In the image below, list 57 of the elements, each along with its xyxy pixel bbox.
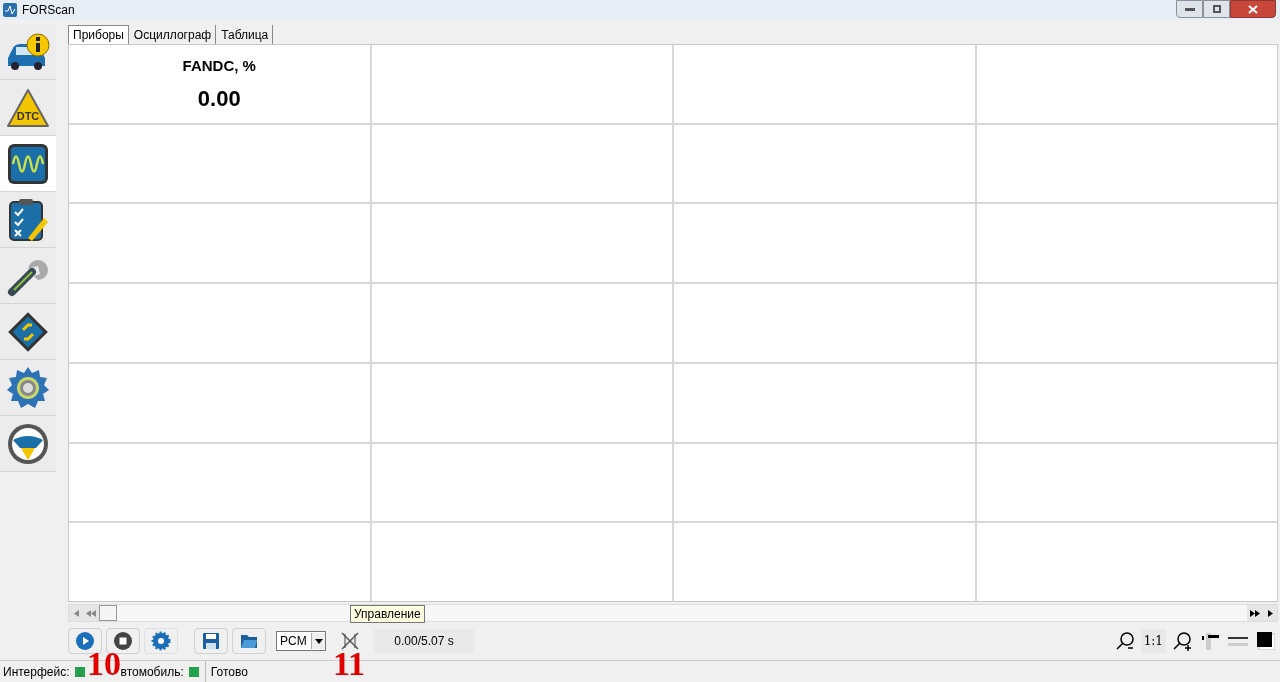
gauge-value: 0.00 — [197, 84, 241, 113]
zoom-in-icon — [1172, 631, 1192, 651]
minimize-button[interactable] — [1176, 0, 1203, 18]
car-info-icon — [5, 31, 51, 72]
sidebar-item[interactable]: DTC — [0, 80, 56, 136]
status-message: Готово — [204, 661, 248, 682]
window-title: FORScan — [22, 2, 75, 19]
tooltip: Управление — [350, 605, 425, 623]
left-arrow-icon — [73, 609, 79, 617]
sidebar-item[interactable] — [0, 248, 56, 304]
scroll-thumb[interactable] — [99, 605, 117, 621]
close-icon — [1248, 4, 1258, 14]
stop-icon — [113, 631, 133, 651]
sidebar-item[interactable] — [0, 136, 56, 192]
oscilloscope-icon — [7, 142, 49, 185]
status-label: втомобиль: — [120, 664, 184, 681]
play-icon — [75, 631, 95, 651]
warning-triangle-icon: DTC — [6, 87, 50, 128]
settings-button[interactable] — [144, 628, 178, 654]
zoom-reset-button[interactable]: 1:1 — [1140, 629, 1166, 653]
close-button[interactable] — [1230, 0, 1276, 18]
stop-button[interactable] — [106, 628, 140, 654]
play-button[interactable] — [68, 628, 102, 654]
gauge-title: FANDC, % — [182, 56, 256, 76]
scroll-end-button[interactable] — [1247, 605, 1263, 621]
dropdown-caret-icon — [311, 633, 325, 649]
square-icon — [1257, 632, 1275, 650]
app-icon — [3, 3, 17, 17]
ruler-icon — [1200, 631, 1220, 651]
status-label: Интерфейс: — [3, 663, 70, 681]
color-button[interactable] — [1254, 629, 1278, 653]
scroll-left-button[interactable] — [69, 605, 83, 621]
save-button[interactable] — [194, 628, 228, 654]
sidebar-item[interactable] — [0, 192, 56, 248]
double-right-arrow-icon — [1250, 609, 1260, 617]
folder-icon — [240, 633, 258, 649]
sidebar-item[interactable] — [0, 24, 56, 80]
right-arrow-icon — [1267, 609, 1273, 617]
sidebar-item[interactable] — [0, 416, 56, 472]
tab[interactable]: Приборы — [68, 25, 129, 44]
zoom-out-icon — [1114, 631, 1135, 651]
restore-button[interactable] — [1203, 0, 1230, 18]
settings-icon — [151, 631, 171, 651]
annotation-number: 11 — [333, 647, 366, 681]
disconnect-icon[interactable] — [340, 631, 360, 651]
sidebar-item[interactable] — [0, 304, 56, 360]
annotation-number: 10 — [87, 647, 121, 681]
scroll-right-button[interactable] — [1263, 605, 1277, 621]
module-select[interactable]: PCM — [276, 631, 326, 651]
lines-icon — [1228, 634, 1248, 648]
save-icon — [202, 632, 220, 650]
time-display: 0.00/5.07 s — [374, 629, 474, 653]
open-button[interactable] — [232, 628, 266, 654]
scroll-start-button[interactable] — [83, 605, 99, 621]
double-left-arrow-icon — [86, 609, 96, 617]
checklist-icon — [8, 197, 48, 242]
steering-wheel-icon — [6, 421, 50, 466]
